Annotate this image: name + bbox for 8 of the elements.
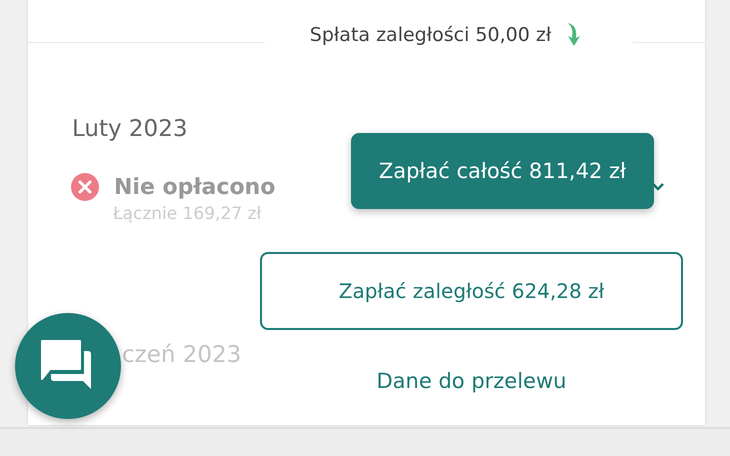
transfer-details-link[interactable]: Dane do przelewu (370, 368, 572, 394)
status-label: Nie opłacono (114, 174, 276, 200)
pay-button[interactable]: Zapłać zaległość 624,28 zł (260, 252, 683, 330)
month-title: Luty 2023 (72, 116, 188, 142)
chevron-icon[interactable] (651, 182, 665, 192)
pay-button[interactable]: Zapłać całość 811,42 zł (350, 133, 654, 209)
payment-note: Spłata zaległości 50,00 zł (310, 24, 552, 46)
month-title: czeń 2023 (122, 342, 242, 368)
